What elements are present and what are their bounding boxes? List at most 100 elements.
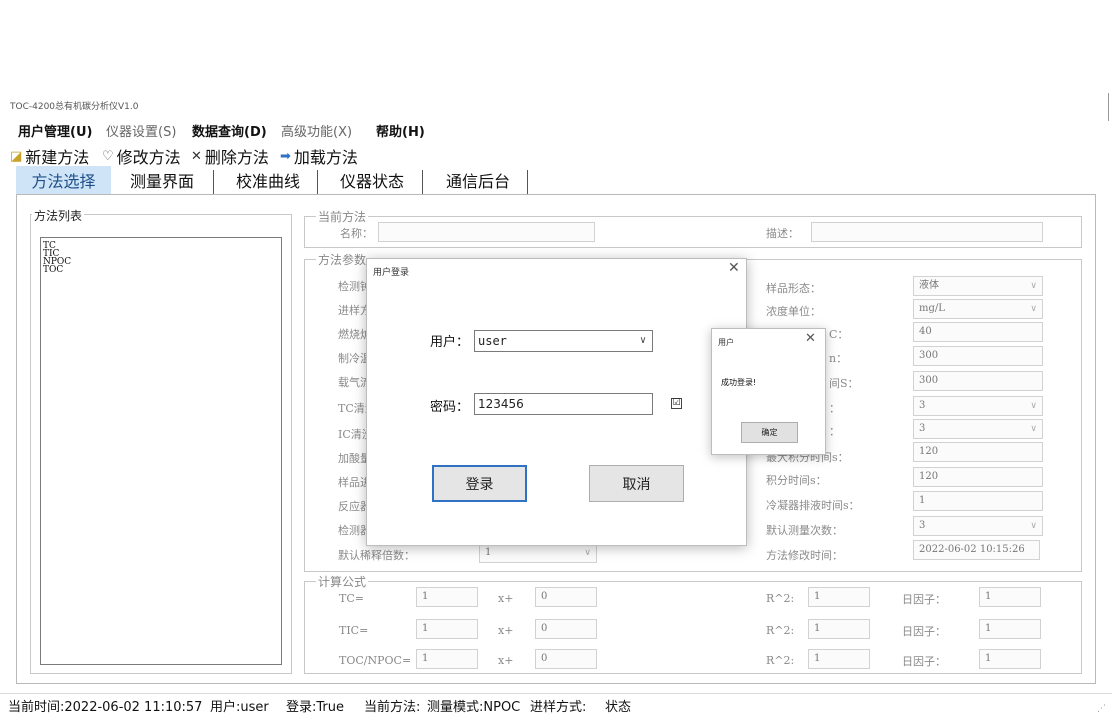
tab-comm-backend[interactable]: 通信后台 [434, 166, 522, 194]
r2-field[interactable]: 1 [808, 649, 870, 669]
list-item[interactable]: NPOC [41, 258, 281, 267]
load-method-button[interactable]: ➡ 加载方法 [280, 144, 358, 168]
tab-instrument-status[interactable]: 仪器状态 [328, 166, 416, 194]
menu-bar: 用户管理(U) 仪器设置(S) 数据查询(D) 高级功能(X) 帮助(H) [0, 119, 1112, 141]
condenser-drain-time-field[interactable]: 1 [913, 491, 1043, 511]
method-params-title: 方法参数 [316, 251, 369, 268]
login-button[interactable]: 登录 [432, 465, 527, 502]
chevron-down-icon: ∨ [584, 548, 591, 558]
default-dilution-label: 默认稀释倍数： [338, 549, 415, 562]
param-right-label: n： [829, 352, 848, 365]
toolbar: ◪ 新建方法 ♡ 修改方法 ✕ 删除方法 ➡ 加载方法 [0, 142, 1112, 168]
sample-state-select[interactable]: 液体 ∨ [913, 276, 1043, 296]
formula-intercept-field[interactable]: 0 [535, 619, 597, 639]
chevron-down-icon: ∨ [639, 335, 646, 346]
param-right-select[interactable]: 3 ∨ [913, 419, 1043, 439]
formula-name: TIC= [339, 624, 369, 637]
r2-field[interactable]: 1 [808, 619, 870, 639]
chevron-down-icon: ∨ [1030, 281, 1037, 291]
r2-label: R^2: [766, 654, 795, 667]
delete-icon: ✕ [191, 148, 202, 164]
delete-method-button[interactable]: ✕ 删除方法 [191, 144, 269, 168]
formula-name: TOC/NPOC= [339, 654, 412, 667]
day-factor-label: 日因子： [902, 625, 946, 638]
integration-time-field[interactable]: 120 [913, 467, 1043, 487]
status-current-method: 当前方法: [364, 700, 421, 715]
day-factor-field[interactable]: 1 [979, 619, 1041, 639]
day-factor-label: 日因子： [902, 655, 946, 668]
tab-bar: 方法选择 测量界面 校准曲线 仪器状态 通信后台 [16, 166, 1096, 194]
integration-time-label: 积分时间s： [766, 474, 827, 487]
status-bar: 当前时间:2022-06-02 11:10:57 用户:user 登录:True… [0, 693, 1112, 716]
user-label: 用户： [430, 335, 470, 350]
tab-separator [317, 170, 318, 194]
tab-method-select[interactable]: 方法选择 [16, 166, 111, 194]
ok-button[interactable]: 确定 [741, 422, 798, 443]
description-field[interactable] [811, 222, 1043, 242]
condenser-drain-time-label: 冷凝器排液时间s： [766, 499, 860, 512]
param-right-field[interactable]: 300 [913, 346, 1043, 366]
formula-intercept-field[interactable]: 0 [535, 587, 597, 607]
param-right-select[interactable]: 3 ∨ [913, 396, 1043, 416]
conc-unit-select[interactable]: mg/L ∨ [913, 299, 1043, 319]
day-factor-field[interactable]: 1 [979, 649, 1041, 669]
day-factor-field[interactable]: 1 [979, 587, 1041, 607]
list-item[interactable]: TOC [41, 266, 281, 275]
password-input[interactable]: 123456 [474, 393, 653, 415]
resize-grip-icon[interactable]: ⋰ [1097, 704, 1106, 714]
method-list[interactable]: TC TIC NPOC TOC [40, 237, 282, 665]
menu-user-management[interactable]: 用户管理(U) [18, 121, 92, 140]
edit-method-label: 修改方法 [116, 148, 181, 167]
chevron-down-icon: ∨ [1030, 304, 1037, 314]
method-modified-time-field[interactable]: 2022-06-02 10:15:26 [913, 540, 1040, 560]
param-right-field[interactable]: 300 [913, 371, 1043, 391]
menu-help[interactable]: 帮助(H) [376, 121, 425, 140]
new-method-button[interactable]: ◪ 新建方法 [10, 144, 89, 168]
r2-field[interactable]: 1 [808, 587, 870, 607]
formula-title: 计算公式 [316, 573, 369, 590]
cancel-button[interactable]: 取消 [589, 465, 684, 502]
param-right-label: 间S： [829, 377, 859, 390]
list-item[interactable]: TC [41, 242, 281, 251]
default-measure-count-value: 3 [919, 520, 926, 531]
login-dialog-title: 用户登录 [373, 268, 410, 278]
param-right-value: 3 [919, 400, 926, 411]
conc-unit-value: mg/L [919, 303, 945, 314]
tab-measurement[interactable]: 测量界面 [117, 166, 207, 194]
user-select[interactable]: user ∨ [474, 330, 653, 352]
close-icon[interactable]: ✕ [728, 260, 740, 276]
sample-state-label: 样品形态： [766, 282, 821, 295]
method-list-title: 方法列表 [32, 207, 85, 224]
param-right-field[interactable]: 40 [913, 322, 1043, 342]
name-field[interactable] [378, 222, 595, 242]
default-dilution-select[interactable]: 1 ∨ [479, 543, 597, 563]
formula-op: x+ [498, 624, 514, 637]
name-label: 名称： [340, 227, 373, 240]
show-password-checkbox[interactable]: ☑ [671, 398, 682, 409]
current-method-title: 当前方法 [316, 208, 369, 225]
close-icon[interactable]: ✕ [805, 331, 816, 346]
tab-calibration-curve[interactable]: 校准曲线 [224, 166, 312, 194]
param-right-label: ： [829, 425, 840, 438]
default-measure-count-select[interactable]: 3 ∨ [913, 516, 1043, 536]
formula-op: x+ [498, 654, 514, 667]
formula-slope-field[interactable]: 1 [416, 587, 478, 607]
formula-name: TC= [339, 592, 364, 605]
new-method-label: 新建方法 [25, 148, 90, 167]
r2-label: R^2: [766, 592, 795, 605]
formula-slope-field[interactable]: 1 [416, 649, 478, 669]
login-dialog: 用户登录 ✕ 用户： user ∨ 密码： 123456 ☑ 登录 取消 [366, 258, 747, 546]
list-item[interactable]: TIC [41, 250, 281, 259]
status-time: 当前时间:2022-06-02 11:10:57 [8, 700, 203, 715]
formula-slope-field[interactable]: 1 [416, 619, 478, 639]
menu-instrument-settings[interactable]: 仪器设置(S) [106, 121, 176, 140]
edit-method-button[interactable]: ♡ 修改方法 [102, 144, 181, 168]
menu-advanced[interactable]: 高级功能(X) [281, 121, 352, 140]
conc-unit-label: 浓度单位： [766, 305, 821, 318]
max-integration-time-field[interactable]: 120 [913, 442, 1043, 462]
formula-intercept-field[interactable]: 0 [535, 649, 597, 669]
menu-data-query[interactable]: 数据查询(D) [192, 121, 267, 140]
param-right-label: ： [829, 402, 840, 415]
formula-op: x+ [498, 592, 514, 605]
default-measure-count-label: 默认测量次数： [766, 524, 843, 537]
